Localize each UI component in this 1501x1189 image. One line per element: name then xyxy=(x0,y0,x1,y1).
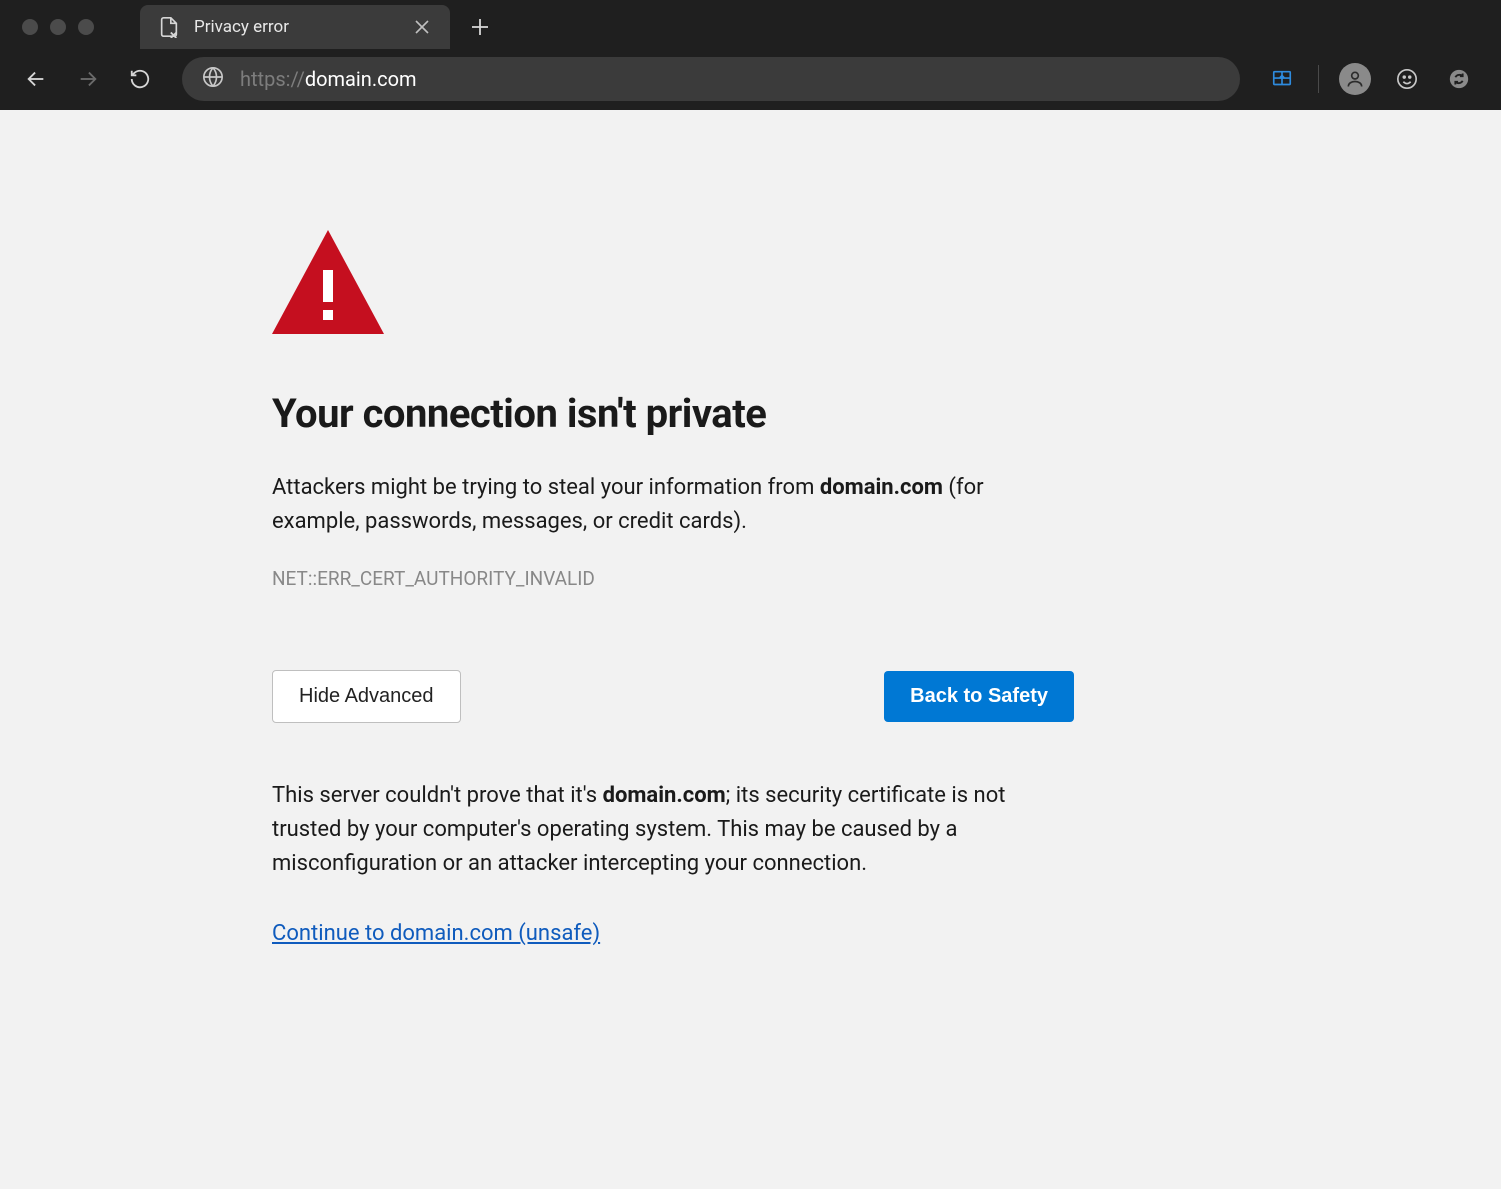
site-identity-icon[interactable] xyxy=(202,66,224,93)
tab-strip: Privacy error xyxy=(0,0,1501,54)
avatar-icon xyxy=(1339,63,1371,95)
tab-title: Privacy error xyxy=(194,17,398,37)
nav-forward-button[interactable] xyxy=(66,57,110,101)
error-code: NET::ERR_CERT_AUTHORITY_INVALID xyxy=(272,567,1074,590)
error-heading: Your connection isn't private xyxy=(272,390,1074,437)
window-controls xyxy=(8,19,108,35)
window-minimize-dot[interactable] xyxy=(50,19,66,35)
url-domain: domain.com xyxy=(305,67,417,91)
url-text: https://domain.com xyxy=(240,67,417,91)
sync-icon[interactable] xyxy=(1437,57,1481,101)
warning-triangle-icon xyxy=(272,230,1074,338)
error-paragraph: Attackers might be trying to steal your … xyxy=(272,471,1074,539)
browser-chrome: Privacy error xyxy=(0,0,1501,110)
feedback-smiley-icon[interactable] xyxy=(1385,57,1429,101)
back-to-safety-button[interactable]: Back to Safety xyxy=(884,671,1074,722)
tracking-shield-icon[interactable] xyxy=(1260,57,1304,101)
window-zoom-dot[interactable] xyxy=(78,19,94,35)
url-scheme: https:// xyxy=(240,67,305,91)
nav-back-button[interactable] xyxy=(14,57,58,101)
window-close-dot[interactable] xyxy=(22,19,38,35)
error-panel: Your connection isn't private Attackers … xyxy=(272,230,1074,946)
proceed-unsafe-link[interactable]: Continue to domain.com (unsafe) xyxy=(272,921,600,946)
page-content: Your connection isn't private Attackers … xyxy=(0,110,1501,946)
action-row: Hide Advanced Back to Safety xyxy=(272,670,1074,723)
address-bar[interactable]: https://domain.com xyxy=(182,57,1240,101)
advanced-detail: This server couldn't prove that it's dom… xyxy=(272,779,1074,881)
new-tab-button[interactable] xyxy=(462,9,498,45)
page-error-icon xyxy=(158,16,180,38)
hide-advanced-button[interactable]: Hide Advanced xyxy=(272,670,461,723)
profile-button[interactable] xyxy=(1333,57,1377,101)
toolbar: https://domain.com xyxy=(0,54,1501,110)
toolbar-right xyxy=(1260,57,1487,101)
tab-close-icon[interactable] xyxy=(412,17,432,37)
browser-tab[interactable]: Privacy error xyxy=(140,5,450,49)
reload-button[interactable] xyxy=(118,57,162,101)
separator xyxy=(1318,65,1319,93)
